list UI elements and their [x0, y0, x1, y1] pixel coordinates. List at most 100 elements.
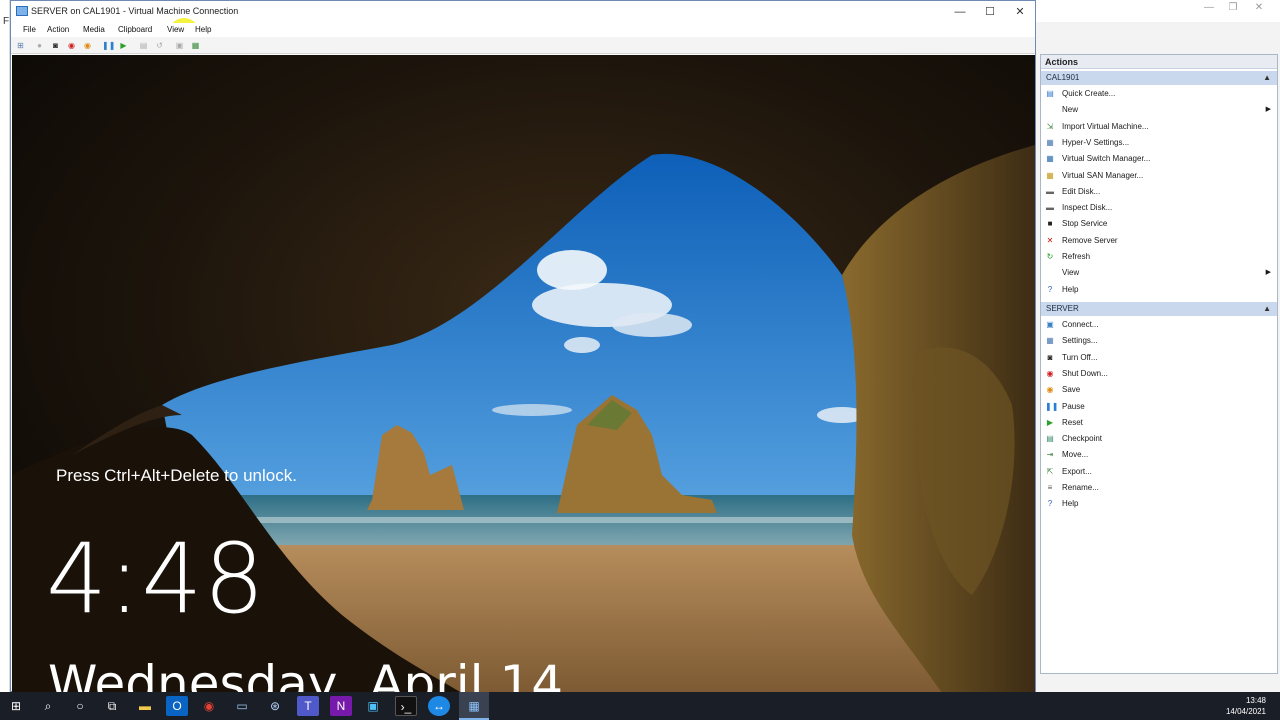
action-label: Virtual Switch Manager...: [1062, 154, 1151, 164]
actions-pane: Actions CAL1901 ▲ ▤ Quick Create... New ▶ ⇲ I…: [1040, 54, 1278, 674]
menu-clipboard[interactable]: Clipboard: [114, 23, 156, 37]
action-edit-disk[interactable]: ▬ Edit Disk...: [1045, 184, 1273, 200]
action-pause[interactable]: ❚❚ Pause: [1045, 399, 1273, 415]
action-label: Turn Off...: [1062, 352, 1098, 362]
action-virtual-san-manager[interactable]: ▦ Virtual SAN Manager...: [1045, 168, 1273, 184]
action-reset[interactable]: ▶ Reset: [1045, 415, 1273, 431]
menu-media[interactable]: Media: [79, 23, 109, 37]
chrome-icon[interactable]: ◉: [198, 696, 220, 716]
vm-connection-window: SERVER on CAL1901 - Virtual Machine Conn…: [10, 0, 1036, 693]
action-save[interactable]: ◉ Save: [1045, 382, 1273, 398]
action-label: Remove Server: [1062, 235, 1118, 245]
vm-lock-screen[interactable]: Press Ctrl+Alt+Delete to unlock. 4:48 We…: [12, 55, 1035, 693]
connect-icon: ▣: [1046, 320, 1054, 329]
minimize-button[interactable]: —: [945, 1, 975, 23]
pause-icon: ❚❚: [1045, 401, 1059, 411]
enhanced-session-icon[interactable]: ▣: [174, 40, 185, 51]
action-inspect-disk[interactable]: ▬ Inspect Disk...: [1045, 200, 1273, 216]
action-label: Reset: [1062, 417, 1083, 427]
search-icon[interactable]: ⌕: [37, 696, 59, 716]
teamviewer-icon[interactable]: ↔: [428, 696, 450, 716]
teams-icon[interactable]: T: [297, 696, 319, 716]
turn-off-icon[interactable]: ◙: [50, 40, 61, 51]
action-export[interactable]: ⇱ Export...: [1045, 464, 1273, 480]
blank-icon: [1045, 268, 1055, 278]
action-virtual-switch-manager[interactable]: ▦ Virtual Switch Manager...: [1045, 151, 1273, 167]
file-explorer-icon[interactable]: ▬: [134, 696, 156, 716]
export-icon: ⇱: [1046, 466, 1054, 476]
action-turn-off[interactable]: ◙ Turn Off...: [1045, 350, 1273, 366]
section-header-vm[interactable]: SERVER ▲: [1041, 302, 1277, 316]
action-remove-server[interactable]: ✕ Remove Server: [1045, 233, 1273, 249]
close-button[interactable]: ✕: [1005, 1, 1035, 23]
action-refresh[interactable]: ↻ Refresh: [1045, 249, 1273, 265]
action-label: Import Virtual Machine...: [1062, 121, 1149, 131]
hyperv-titlebar: — ❐ ✕: [1036, 0, 1280, 22]
taskbar: ⊞ ⌕ ○ ⧉ ▬ O ◉ ▭ ⊛ T N ▣ ›_ ↔ ▦ 13:48 14/…: [0, 692, 1280, 720]
edit-disk-icon: ▬: [1046, 186, 1054, 196]
terminal-icon[interactable]: ›_: [395, 696, 417, 716]
maximize-button[interactable]: ☐: [975, 1, 1005, 23]
action-new[interactable]: New ▶: [1045, 102, 1273, 118]
action-label: Move...: [1062, 450, 1089, 460]
lock-app-icon[interactable]: ⊛: [264, 696, 286, 716]
action-move[interactable]: ⇥ Move...: [1045, 447, 1273, 463]
menu-view[interactable]: View: [163, 23, 188, 37]
blank-icon: [1045, 105, 1055, 115]
action-label: View: [1062, 268, 1080, 278]
windows-start-icon[interactable]: ⊞: [5, 696, 27, 716]
action-hyper-v-settings[interactable]: ▦ Hyper-V Settings...: [1045, 135, 1273, 151]
action-label: Settings...: [1062, 336, 1098, 346]
outlook-icon[interactable]: O: [166, 696, 188, 716]
checkpoint-icon[interactable]: ▤: [138, 40, 149, 51]
taskbar-clock[interactable]: 13:48 14/04/2021: [1226, 695, 1266, 717]
action-checkpoint[interactable]: ▤ Checkpoint: [1045, 431, 1273, 447]
shut-down-icon: ◉: [1046, 368, 1054, 378]
lock-screen-clock: 4:48: [46, 523, 266, 635]
start-icon[interactable]: ●: [34, 40, 45, 51]
shut-down-icon[interactable]: ◉: [66, 40, 77, 51]
reset-icon[interactable]: ▶: [118, 40, 129, 51]
action-quick-create[interactable]: ▤ Quick Create...: [1045, 86, 1273, 102]
action-label: Checkpoint: [1062, 434, 1103, 444]
action-shut-down[interactable]: ◉ Shut Down...: [1045, 366, 1273, 382]
action-label: Hyper-V Settings...: [1062, 137, 1130, 147]
settings-icon: ▦: [1046, 137, 1054, 147]
action-help[interactable]: ? Help: [1045, 496, 1273, 512]
collapse-icon[interactable]: ▲: [1263, 71, 1271, 85]
action-connect[interactable]: ▣ Connect...: [1045, 317, 1273, 333]
hyperv-close-button[interactable]: ✕: [1244, 0, 1274, 18]
action-label: Stop Service: [1062, 219, 1108, 229]
action-import-virtual-machine[interactable]: ⇲ Import Virtual Machine...: [1045, 119, 1273, 135]
action-view[interactable]: View ▶: [1045, 265, 1273, 281]
hyperv-icon[interactable]: ▦: [463, 696, 485, 716]
collapse-icon[interactable]: ▲: [1263, 302, 1271, 316]
action-label: Rename...: [1062, 483, 1099, 492]
ctrl-alt-del-icon[interactable]: ⊞: [15, 40, 26, 51]
checkpoint-icon: ▤: [1046, 434, 1054, 444]
action-label: Export...: [1062, 466, 1092, 476]
task-view-icon[interactable]: ⧉: [101, 696, 123, 716]
share-icon[interactable]: ▦: [190, 40, 201, 51]
save-icon[interactable]: ◉: [82, 40, 93, 51]
section-header-host[interactable]: CAL1901 ▲: [1041, 71, 1277, 85]
unlock-prompt: Press Ctrl+Alt+Delete to unlock.: [56, 466, 297, 485]
lock-screen-date: Wednesday, April 14: [48, 655, 564, 693]
inspect-disk-icon: ▬: [1046, 203, 1054, 213]
menu-action[interactable]: Action: [43, 23, 73, 37]
onenote-icon[interactable]: N: [330, 696, 352, 716]
action-settings[interactable]: ▦ Settings...: [1045, 333, 1273, 349]
action-help[interactable]: ? Help: [1045, 282, 1273, 298]
app-icon[interactable]: ▣: [362, 696, 384, 716]
reset-icon: ▶: [1046, 417, 1054, 427]
action-label: Shut Down...: [1062, 368, 1108, 378]
action-stop-service[interactable]: ■ Stop Service: [1045, 216, 1273, 232]
action-rename[interactable]: ≡ Rename...: [1045, 480, 1273, 496]
remote-desktop-icon[interactable]: ▭: [231, 696, 253, 716]
section-header-host-label: CAL1901: [1046, 73, 1080, 82]
pause-icon[interactable]: ❚❚: [102, 40, 115, 51]
menu-help[interactable]: Help: [191, 23, 215, 37]
revert-icon[interactable]: ↺: [154, 40, 165, 51]
cortana-icon[interactable]: ○: [69, 696, 91, 716]
menu-file[interactable]: File: [19, 23, 40, 37]
